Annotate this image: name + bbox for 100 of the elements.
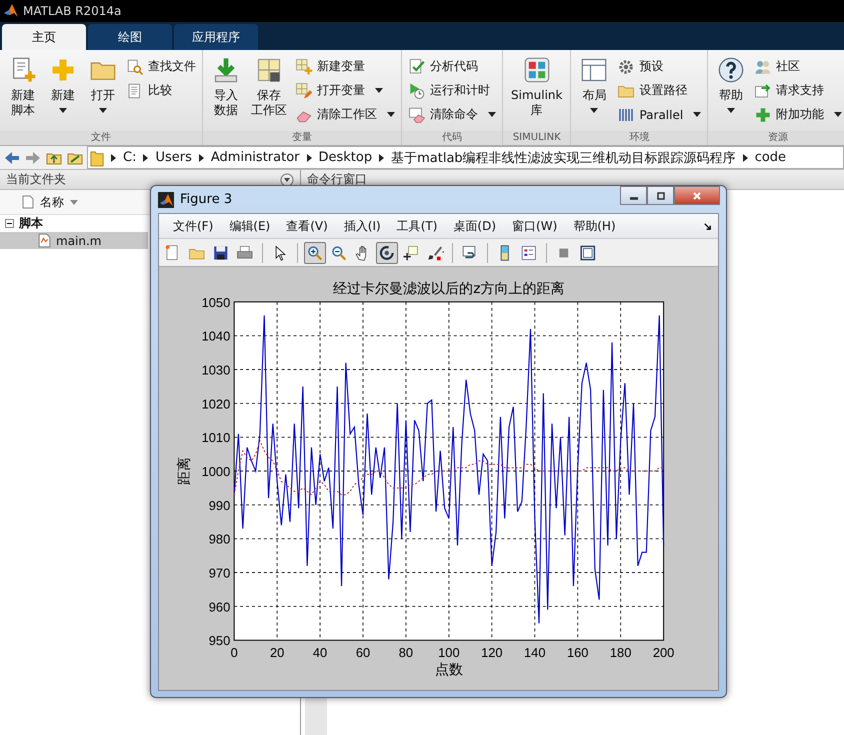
axis-label: 距离 <box>176 457 193 486</box>
menu-item[interactable]: 插入(I) <box>336 218 389 234</box>
tick-label: 40 <box>312 645 328 660</box>
caret-circle-icon[interactable] <box>280 172 294 186</box>
grid-icon <box>255 56 283 84</box>
folder-icon <box>90 148 104 166</box>
back-arrow-icon[interactable] <box>3 150 21 166</box>
play-clock-icon <box>408 82 426 100</box>
minimize-icon <box>630 196 638 200</box>
window-title: MATLAB R2014a <box>23 4 122 18</box>
download-arrow-icon <box>212 56 240 84</box>
tick-label: 1040 <box>202 328 230 344</box>
menu-item[interactable]: 文件(F) <box>165 218 222 234</box>
chevron-icon <box>143 154 148 162</box>
ribbon-button[interactable]: 运行和计时 <box>408 80 496 101</box>
sort-arrow-icon <box>70 200 78 204</box>
ribbon-button[interactable]: 新建 脚本 <box>6 54 40 131</box>
chart-title: 经过卡尔曼滤波以后的z方向上的距离 <box>333 280 565 297</box>
chevron-icon <box>198 154 204 162</box>
ribbon-button[interactable]: 分析代码 <box>408 56 496 77</box>
toolbar-button[interactable] <box>376 242 398 264</box>
layout-icon <box>580 56 608 84</box>
ribbon-button[interactable]: 社区 <box>754 56 842 77</box>
settings-icon <box>617 58 636 76</box>
column-header[interactable]: 名称 <box>0 190 150 215</box>
maximize-button[interactable] <box>647 186 674 205</box>
script-file-icon <box>38 233 51 248</box>
blocks-icon <box>522 56 551 84</box>
menu-item[interactable]: 桌面(D) <box>445 218 504 234</box>
ribbon-button[interactable]: 预设 <box>617 56 702 77</box>
column-title: 名称 <box>40 194 64 210</box>
panel-title: 命令行窗口 <box>307 171 367 188</box>
file-icon <box>22 195 34 209</box>
ribbon-button[interactable]: Parallel <box>617 104 702 125</box>
grid-plus-icon <box>295 58 313 76</box>
path-segment[interactable]: Users <box>155 150 192 165</box>
grid-pencil-icon <box>295 82 313 100</box>
ribbon-button[interactable]: Simulink 库 <box>509 54 564 131</box>
path-segment[interactable]: 基于matlab编程非线性滤波实现三维机动目标跟踪源码程序 <box>391 148 736 166</box>
window-icon <box>578 244 598 262</box>
tick-label: 1020 <box>202 396 230 412</box>
ribbon-button[interactable]: 新建变量 <box>295 56 395 77</box>
ribbon-button[interactable]: 清除工作区 <box>295 104 395 125</box>
path-segment[interactable]: C: <box>123 150 136 165</box>
tick-label: 990 <box>208 498 230 513</box>
tick-label: 1000 <box>202 464 230 479</box>
tick-label: 140 <box>524 645 546 660</box>
path-segment[interactable]: Administrator <box>210 150 300 165</box>
dock-arrow-icon[interactable] <box>703 222 712 230</box>
ribbon-button[interactable]: 导入 数据 <box>209 54 243 131</box>
menu-item[interactable]: 窗口(W) <box>504 218 566 234</box>
path-segment[interactable]: Desktop <box>318 150 372 165</box>
tick-label: 80 <box>398 645 414 660</box>
ribbon-button[interactable]: 帮助 <box>714 54 748 131</box>
search-icon <box>126 58 144 76</box>
matlab-logo-icon <box>158 192 174 208</box>
ribbon-button[interactable]: 清除命令 <box>408 104 496 125</box>
minus-box-icon[interactable] <box>5 219 14 228</box>
menu-item[interactable]: 查看(V) <box>278 218 336 234</box>
zoom-in-icon <box>306 244 324 262</box>
chevron-icon <box>111 154 116 162</box>
close-button[interactable] <box>674 186 720 205</box>
printer-icon <box>236 244 254 262</box>
plus-icon <box>754 106 772 124</box>
tree-item[interactable]: main.m <box>0 232 148 249</box>
tick-label: 960 <box>208 599 230 614</box>
ribbon-button[interactable]: 查找文件 <box>126 56 196 77</box>
ribbon-button[interactable]: 请求支持 <box>754 80 842 101</box>
ribbon-button[interactable]: 打开变量 <box>295 80 395 101</box>
rotate-icon <box>378 244 396 262</box>
ribbon-button[interactable]: 打开 <box>86 54 120 131</box>
ribbon-tab[interactable]: 应用程序 <box>174 24 258 50</box>
ribbon-button[interactable]: 附加功能 <box>754 104 842 125</box>
tick-label: 980 <box>208 532 230 547</box>
ribbon-button[interactable]: 布局 <box>577 54 612 131</box>
minimize-button[interactable] <box>620 186 647 205</box>
close-icon <box>692 190 702 200</box>
tick-label: 970 <box>208 566 230 581</box>
maximize-icon <box>656 190 666 200</box>
tick-label: 100 <box>438 645 460 660</box>
ribbon-button[interactable]: 比较 <box>126 80 196 101</box>
path-segment[interactable]: code <box>754 150 786 165</box>
eraser-icon <box>408 106 426 124</box>
tick-label: 0 <box>230 645 238 660</box>
tree-item[interactable]: 脚本 <box>0 215 148 232</box>
ribbon-tab[interactable]: 绘图 <box>88 24 172 50</box>
tick-label: 1050 <box>202 294 230 310</box>
window-title: Figure 3 <box>180 192 232 207</box>
menu-item[interactable]: 工具(T) <box>388 218 446 234</box>
menu-item[interactable]: 帮助(H) <box>565 218 624 234</box>
ribbon-button[interactable]: 保存 工作区 <box>249 54 289 131</box>
path-field[interactable]: C: Users Administrator Desktop 基于matlab编程非线性滤波实现三维机动目标跟踪源码程序 code <box>87 146 844 169</box>
tick-label: 950 <box>208 633 230 648</box>
tick-label: 60 <box>356 645 370 660</box>
ribbon-tab[interactable]: 主页 <box>2 24 86 50</box>
menu-item[interactable]: 编辑(E) <box>221 218 278 234</box>
chevron-icon <box>306 154 312 162</box>
ribbon-button[interactable]: 新建 <box>46 54 80 131</box>
chevron-icon <box>742 154 748 162</box>
ribbon-button[interactable]: 设置路径 <box>617 80 702 101</box>
